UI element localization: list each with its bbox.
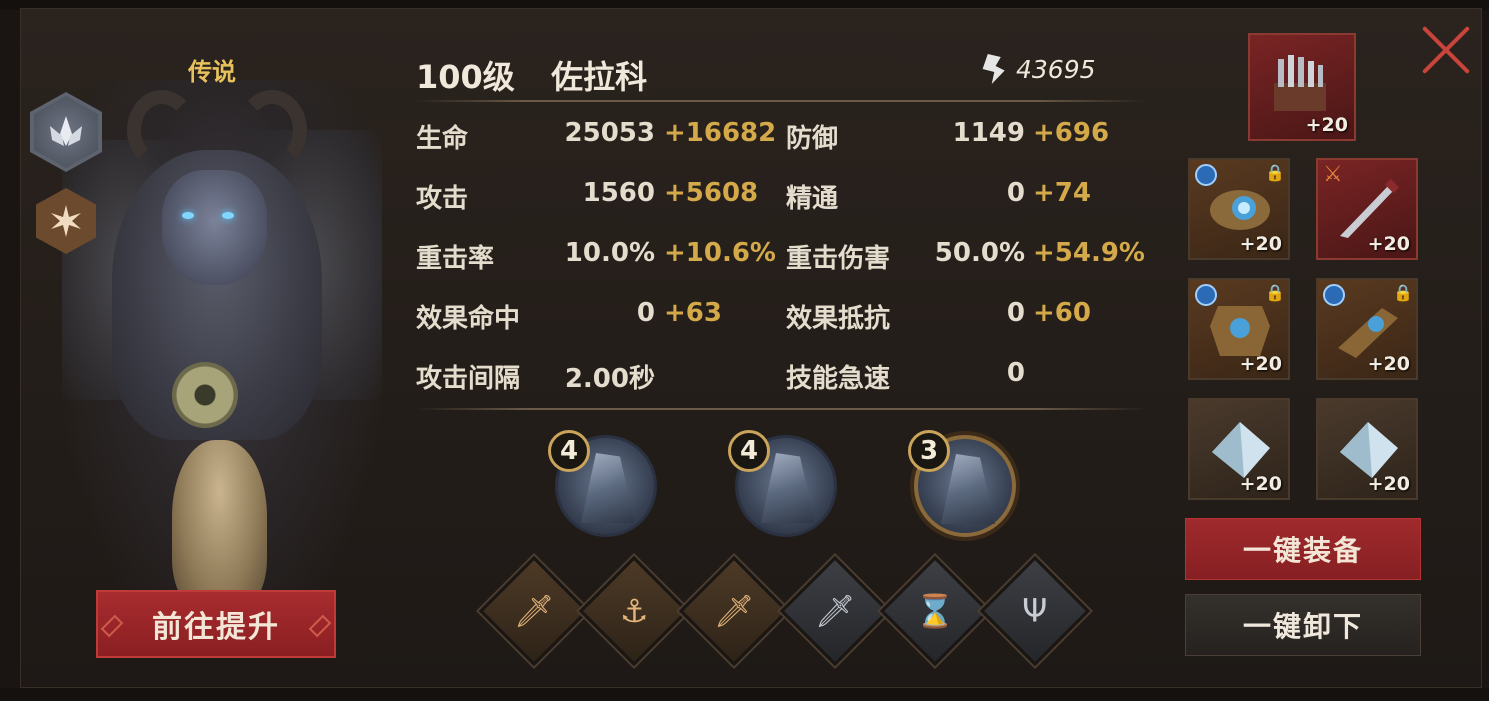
stat-base: 10.0% (564, 238, 655, 268)
equip-slot-chest[interactable]: 🔒 +20 (1188, 278, 1290, 380)
equip-slot-gloves[interactable]: 🔒 +20 (1188, 158, 1290, 260)
crystal-icon (1212, 422, 1270, 478)
stat-base: 2.00秒 (564, 364, 655, 394)
hourglass-icon: ⌛ (915, 592, 955, 630)
lotus-icon (50, 116, 82, 146)
stat-bonus: +60 (1033, 298, 1091, 328)
bottom-strip (0, 688, 1489, 701)
gauntlet-icon (1338, 308, 1398, 358)
stat-label: 攻击 (416, 184, 469, 214)
hero-level: 100级 (416, 58, 515, 96)
stat-bonus: +696 (1033, 118, 1110, 148)
star-burst-icon (51, 205, 81, 237)
stat-base: 50.0% (934, 238, 1025, 268)
hero-head (162, 170, 267, 285)
stat-bonus: +10.6% (664, 238, 776, 268)
stat-bonus: +63 (664, 298, 722, 328)
crystal-icon (1340, 422, 1398, 478)
lock-icon: 🔒 (1393, 283, 1413, 302)
set-count-badge: 4 (548, 430, 590, 472)
equip-slot-weapon[interactable]: +20 (1248, 33, 1356, 141)
stat-label: 重击率 (416, 244, 495, 274)
water-element-icon (1195, 164, 1217, 186)
stat-label: 效果命中 (416, 304, 521, 334)
power-value: 43695 (1016, 54, 1096, 84)
hero-name: 佐拉科 (551, 58, 648, 96)
rarity-label: 传说 (188, 58, 236, 86)
stat-base: 0 (636, 298, 655, 328)
stat-bonus: +16682 (664, 118, 777, 148)
stat-label: 精通 (786, 184, 839, 214)
enhance-level: +20 (1239, 353, 1282, 375)
hero-title: 100级 佐拉科 (416, 52, 647, 98)
enhance-level: +20 (1305, 114, 1348, 136)
trident-icon: Ψ (1022, 592, 1048, 630)
stat-bonus: +54.9% (1033, 238, 1145, 268)
equip-slot-dagger[interactable]: ⚔ +20 (1316, 158, 1418, 260)
lock-icon: 🔒 (1265, 283, 1285, 302)
enhance-level: +20 (1367, 473, 1410, 495)
equip-slot-crystal-1[interactable]: +20 (1188, 398, 1290, 500)
equip-slot-gauntlet[interactable]: 🔒 +20 (1316, 278, 1418, 380)
equip-slot-crystal-2[interactable]: +20 (1316, 398, 1418, 500)
water-element-icon (1323, 284, 1345, 306)
stat-bonus: +74 (1033, 178, 1091, 208)
combat-power: 43695 (980, 54, 1096, 84)
unequip-all-button[interactable]: 一键卸下 (1185, 594, 1421, 656)
stat-base: 1560 (582, 178, 655, 208)
stat-base: 0 (1006, 298, 1025, 328)
stat-label: 生命 (416, 124, 469, 154)
lock-icon: 🔒 (1265, 163, 1285, 182)
medallion (172, 362, 238, 428)
set-count-badge: 4 (728, 430, 770, 472)
upgrade-button[interactable]: 前往提升 (96, 590, 336, 658)
enhance-level: +20 (1367, 353, 1410, 375)
divider-bottom (416, 408, 1146, 410)
stat-label: 防御 (786, 124, 839, 154)
stat-base: 1149 (952, 118, 1025, 148)
dagger-icon (1340, 178, 1400, 238)
set-count-badge: 3 (908, 430, 950, 472)
water-element-icon (1195, 284, 1217, 306)
stat-label: 技能急速 (786, 364, 891, 394)
chest-armor-icon (1210, 306, 1270, 356)
organ-weapon-icon (1274, 55, 1326, 111)
sword-icon: 🗡 (814, 592, 856, 630)
skull-shield (172, 440, 267, 610)
enhance-level: +20 (1239, 233, 1282, 255)
sword-icon: 🗡 (713, 592, 755, 630)
enhance-level: +20 (1239, 473, 1282, 495)
anchor-sword-icon: ⚓ (619, 592, 649, 630)
army-set-icon (941, 454, 995, 524)
close-icon[interactable] (1418, 22, 1474, 78)
glove-icon (1210, 190, 1270, 230)
power-icon (982, 54, 1005, 84)
equip-all-button[interactable]: 一键装备 (1185, 518, 1421, 580)
divider-top (416, 100, 1146, 102)
enhance-level: +20 (1367, 233, 1410, 255)
dark-armor-set-icon (581, 453, 635, 523)
crossed-axes-icon: ⚔ (1323, 162, 1343, 187)
stat-label: 效果抵抗 (786, 304, 891, 334)
stat-base: 0 (1006, 358, 1025, 388)
sword-icon: 🗡 (513, 592, 555, 630)
knight-helm-set-icon (761, 453, 815, 523)
stat-label: 重击伤害 (786, 244, 891, 274)
stat-base: 25053 (564, 118, 655, 148)
stat-bonus: +5608 (664, 178, 759, 208)
stat-base: 0 (1006, 178, 1025, 208)
stat-label: 攻击间隔 (416, 364, 521, 394)
